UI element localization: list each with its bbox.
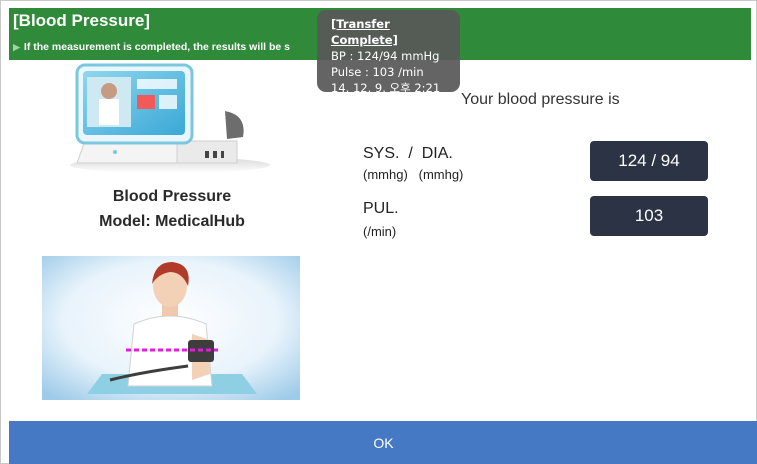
dialog-title: [Blood Pressure]: [13, 11, 150, 30]
transfer-complete-toast: [Transfer Complete] BP : 124/94 mmHg Pul…: [317, 10, 460, 95]
sys-dia-unit: (mmhg) (mmhg): [363, 167, 464, 182]
device-model: Model: MedicalHub: [99, 213, 245, 230]
toast-bp: BP : 124/94 mmHg: [331, 49, 440, 63]
result-heading: Your blood pressure is: [461, 91, 620, 108]
toast-pulse: Pulse : 103 /min: [331, 65, 424, 79]
measurement-illustration: [42, 256, 300, 400]
device-info: Blood Pressure Model: MedicalHub: [43, 184, 301, 234]
medical-hub-device-image: [70, 63, 270, 173]
pul-value: 103: [590, 196, 708, 236]
triangle-bullet-icon: ▶: [13, 42, 20, 52]
device-name: Blood Pressure: [112, 188, 232, 205]
sys-dia-label: SYS. / DIA.: [363, 145, 453, 162]
toast-time: 14. 12. 9. 오후 2:21: [331, 81, 441, 95]
toast-title: [Transfer Complete]: [331, 17, 398, 47]
dialog: [Blood Pressure] ▶ If the measurement is …: [0, 0, 757, 464]
instruction-text: ▶ If the measurement is completed, the re…: [13, 41, 313, 53]
pul-unit: (/min): [363, 224, 397, 239]
sys-dia-value: 124 / 94: [590, 141, 708, 181]
instruction-label: If the measurement is completed, the res…: [23, 41, 291, 53]
ok-button[interactable]: OK: [9, 421, 757, 464]
pul-label: PUL.: [363, 200, 399, 217]
